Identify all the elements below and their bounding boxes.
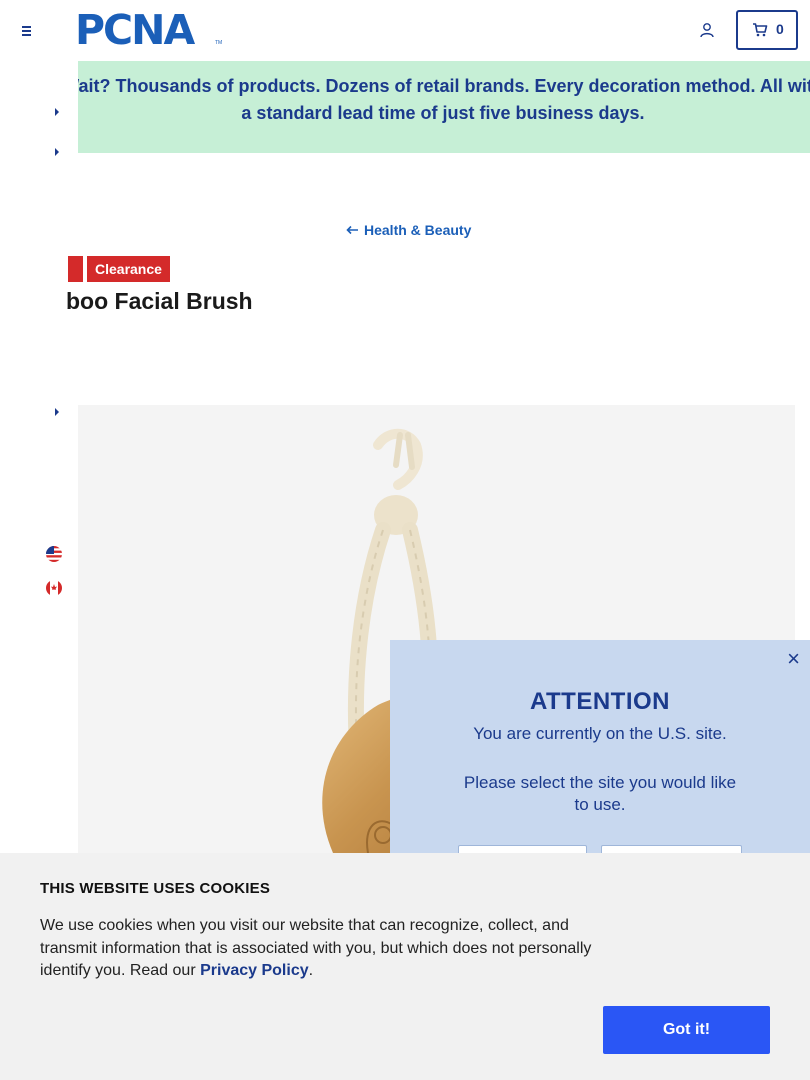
account-icon[interactable] [699, 22, 715, 38]
cookie-body: We use cookies when you visit our websit… [40, 917, 592, 979]
close-icon[interactable]: × [787, 648, 800, 670]
logo-trademark: TM [215, 40, 223, 46]
badge-partial [68, 256, 83, 282]
cart-count: 0 [776, 21, 784, 37]
modal-select-site-text: Please select the site you would like to… [463, 773, 737, 814]
menu-icon-bar [22, 30, 31, 32]
caret-right-icon[interactable] [53, 107, 61, 117]
site-selector-modal: × ATTENTION You are currently on the U.S… [390, 640, 810, 885]
product-title: boo Facial Brush [66, 288, 253, 314]
us-flag-icon[interactable] [46, 546, 62, 562]
promo-text: Wait? Thousands of products. Dozens of r… [78, 76, 810, 123]
menu-button[interactable] [18, 20, 38, 40]
modal-current-site-text: You are currently on the U.S. site. [473, 724, 727, 743]
cookie-text: We use cookies when you visit our websit… [40, 915, 600, 983]
clearance-badge: Clearance [87, 256, 170, 282]
cart-button[interactable]: 0 [736, 10, 798, 50]
canada-flag-icon[interactable] [46, 580, 62, 596]
menu-icon-bar [22, 34, 31, 36]
pcna-logo[interactable]: PCNA TM [75, 6, 223, 54]
page: PCNA TM 0 Wait? Thousands of products. D… [0, 0, 810, 1080]
caret-right-icon[interactable] [53, 407, 61, 417]
cookie-banner: THIS WEBSITE USES COOKIES We use cookies… [0, 853, 810, 1080]
arrow-left-icon [346, 225, 358, 235]
cookie-title: THIS WEBSITE USES COOKIES [40, 880, 271, 897]
cart-icon [753, 23, 768, 37]
privacy-policy-link[interactable]: Privacy Policy [200, 962, 309, 979]
site-header: PCNA TM 0 [0, 0, 810, 61]
breadcrumb-label: Health & Beauty [364, 222, 472, 238]
promo-banner: Wait? Thousands of products. Dozens of r… [78, 61, 810, 153]
caret-right-icon[interactable] [53, 147, 61, 157]
cookie-accept-button[interactable]: Got it! [603, 1006, 770, 1054]
cookie-period: . [308, 962, 314, 979]
modal-title: ATTENTION [529, 688, 671, 715]
logo-text: PCNA [75, 6, 195, 54]
menu-icon [22, 26, 31, 28]
